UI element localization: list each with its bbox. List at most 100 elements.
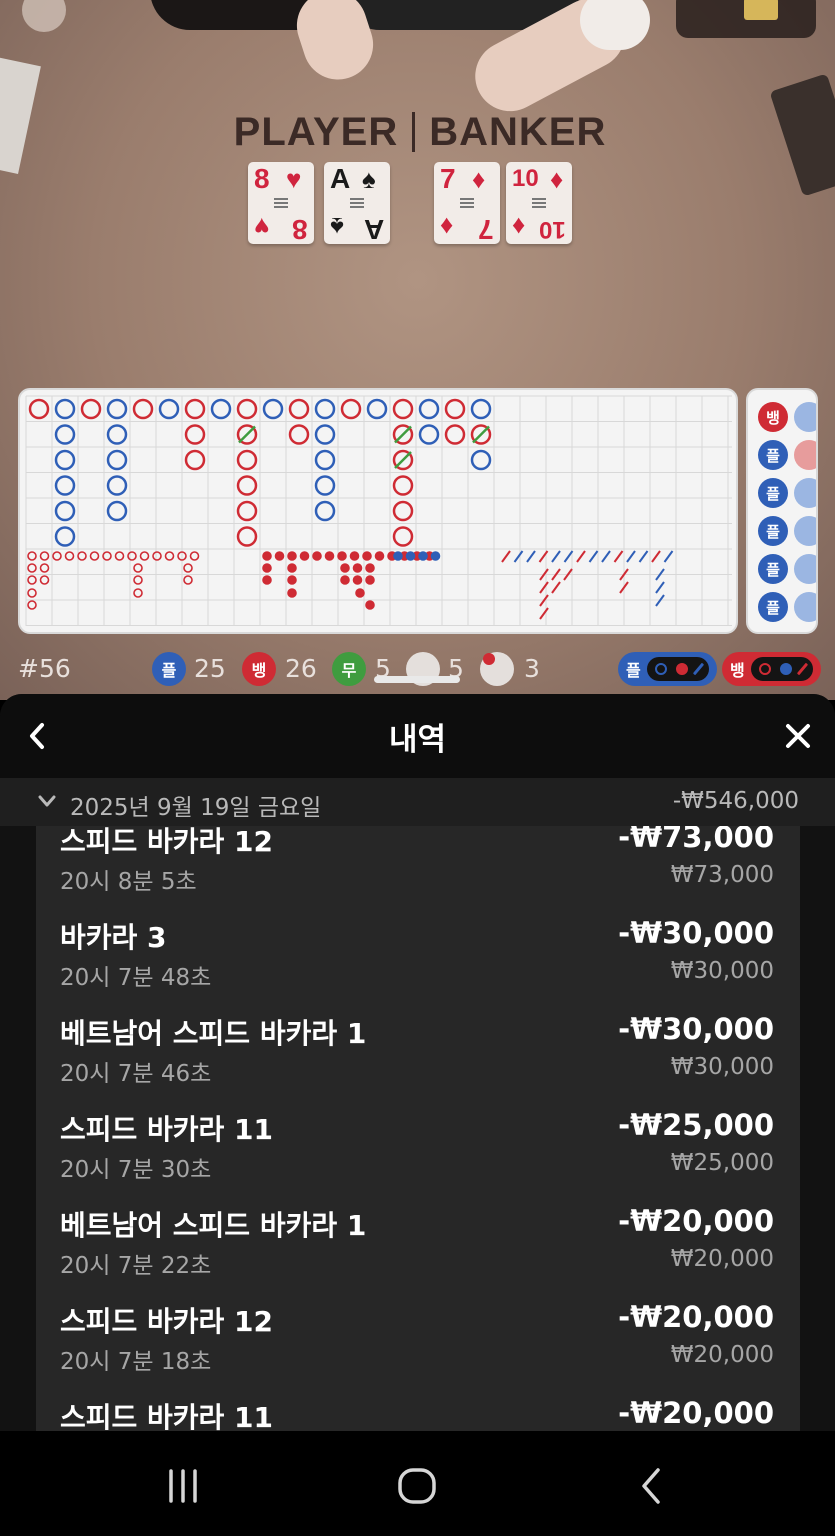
predict-banker-label: 뱅 <box>730 661 745 680</box>
banker-label: BANKER <box>429 109 607 154</box>
card-rank: 7 <box>440 163 456 194</box>
recents-button[interactable] <box>148 1461 218 1511</box>
card-rank: 10 <box>539 216 566 243</box>
home-icon <box>398 1468 436 1504</box>
list-item[interactable]: 스피드 바카라 12 20시 7분 18초 -₩20,000 ₩20,000 <box>36 1300 800 1396</box>
date-label: 2025년 9월 19일 금요일 <box>70 795 322 821</box>
bet-result: -₩20,000 <box>618 1396 774 1430</box>
bet-time: 20시 7분 22초 <box>60 1253 212 1279</box>
bead-plate-side[interactable]: 뱅 플 플 플 플 플 <box>746 388 818 634</box>
history-list[interactable]: 스피드 바카라 12 20시 8분 5초 -₩73,000 ₩73,000 바카… <box>36 826 800 1431</box>
bet-stake: ₩30,000 <box>670 1054 774 1080</box>
date-group-header[interactable]: 2025년 9월 19일 금요일 -₩546,000 <box>0 778 835 826</box>
close-button[interactable] <box>779 716 817 756</box>
player-card-1: 8 ♥ ♥ 8 <box>248 162 314 245</box>
recents-icon <box>169 1469 197 1503</box>
sheet-header: 내역 <box>0 694 835 778</box>
predict-player-label: 플 <box>626 661 641 680</box>
game-name: 베트남어 스피드 바카라 1 <box>60 1017 367 1050</box>
list-item[interactable]: 스피드 바카라 12 20시 8분 5초 -₩73,000 ₩73,000 <box>36 826 800 916</box>
game-name: 스피드 바카라 11 <box>60 1113 274 1146</box>
card-shoe <box>769 73 835 197</box>
title-separator <box>412 112 416 152</box>
bet-stake: ₩20,000 <box>670 1342 774 1368</box>
game-name: 스피드 바카라 12 <box>60 826 274 858</box>
close-icon <box>786 724 810 748</box>
bet-time: 20시 7분 18초 <box>60 1349 212 1375</box>
card-rank: A <box>363 214 384 245</box>
back-nav-button[interactable] <box>616 1461 686 1511</box>
side-chip-player: 플 <box>758 592 788 622</box>
back-icon <box>642 1468 660 1504</box>
bet-result: -₩20,000 <box>618 1300 774 1334</box>
bet-stake: ₩73,000 <box>670 862 774 888</box>
player-count: 25 <box>194 654 226 683</box>
bet-result: -₩25,000 <box>618 1108 774 1142</box>
bet-time: 20시 7분 46초 <box>60 1061 212 1087</box>
predict-player-button[interactable]: 플 <box>618 652 717 686</box>
side-chip-partial <box>794 402 816 432</box>
player-label: PLAYER <box>233 109 399 154</box>
card-barcode <box>532 198 546 210</box>
home-button[interactable] <box>382 1461 452 1511</box>
card-rank: 8 <box>254 163 270 194</box>
heart-suit-icon: ♥ <box>254 212 270 242</box>
diamond-suit-icon: ♦ <box>550 164 564 194</box>
side-chip-player: 플 <box>758 440 788 470</box>
side-chip-player: 플 <box>758 554 788 584</box>
banker-card-1: 7 ♦ ♦ 7 <box>434 162 500 245</box>
road-grid <box>25 395 732 626</box>
bet-stake: ₩25,000 <box>670 1150 774 1176</box>
chip-stack-icon <box>744 0 778 20</box>
diamond-suit-icon: ♦ <box>512 212 526 242</box>
bet-stake: ₩30,000 <box>670 958 774 984</box>
side-chip-partial <box>794 516 816 546</box>
bead-road-scoreboard[interactable] <box>18 388 738 634</box>
list-item[interactable]: 스피드 바카라 11 -₩20,000 <box>36 1396 800 1431</box>
bet-result: -₩20,000 <box>618 1204 774 1238</box>
bet-time: 20시 8분 5초 <box>60 869 197 895</box>
sheet-title: 내역 <box>388 722 447 758</box>
banker-pair-icon <box>480 652 514 686</box>
card-barcode <box>274 198 288 210</box>
card-rank: 7 <box>478 214 494 245</box>
bet-result: -₩73,000 <box>618 826 774 854</box>
side-chip-partial <box>794 554 816 584</box>
banker-count-chip: 뱅 <box>242 652 276 686</box>
side-chip-player: 플 <box>758 478 788 508</box>
side-chip-partial <box>794 478 816 508</box>
list-item[interactable]: 베트남어 스피드 바카라 1 20시 7분 22초 -₩20,000 ₩20,0… <box>36 1204 800 1300</box>
side-chip-banker: 뱅 <box>758 402 788 432</box>
player-count-chip: 플 <box>152 652 186 686</box>
menu-circle-button[interactable] <box>22 0 66 32</box>
history-sheet: 내역 2025년 9월 19일 금요일 -₩546,000 스피드 바카라 12… <box>0 694 835 1431</box>
bet-stake: ₩20,000 <box>670 1246 774 1272</box>
card-rank: 10 <box>512 165 539 192</box>
heart-suit-icon: ♥ <box>286 164 302 194</box>
tie-count-chip: 무 <box>332 652 366 686</box>
banker-pair-count: 3 <box>524 654 540 683</box>
bet-time: 20시 7분 48초 <box>60 965 212 991</box>
card-rank: A <box>330 163 351 194</box>
game-name: 스피드 바카라 11 <box>60 1401 274 1431</box>
player-card-2: A ♠ ♠ A <box>324 162 390 245</box>
list-item[interactable]: 베트남어 스피드 바카라 1 20시 7분 46초 -₩30,000 ₩30,0… <box>36 1012 800 1108</box>
dealer-cuff <box>580 0 650 50</box>
table-layout-title: PLAYER BANKER <box>205 110 635 154</box>
spade-suit-icon: ♠ <box>362 164 376 194</box>
game-name: 바카라 3 <box>60 921 167 954</box>
diamond-suit-icon: ♦ <box>472 164 486 194</box>
card-barcode <box>460 198 474 210</box>
list-item[interactable]: 스피드 바카라 11 20시 7분 30초 -₩25,000 ₩25,000 <box>36 1108 800 1204</box>
predict-banker-button[interactable]: 뱅 <box>722 652 821 686</box>
chevron-down-icon <box>38 795 56 807</box>
bet-result: -₩30,000 <box>618 916 774 950</box>
list-item[interactable]: 바카라 3 20시 7분 48초 -₩30,000 ₩30,000 <box>36 916 800 1012</box>
top-right-controls[interactable] <box>676 0 816 38</box>
round-number: #56 <box>18 654 71 683</box>
system-nav-bar <box>0 1431 835 1536</box>
diamond-suit-icon: ♦ <box>440 212 454 242</box>
table-paper <box>0 56 41 174</box>
predict-icons <box>750 657 813 681</box>
sheet-drag-handle[interactable] <box>374 676 460 683</box>
